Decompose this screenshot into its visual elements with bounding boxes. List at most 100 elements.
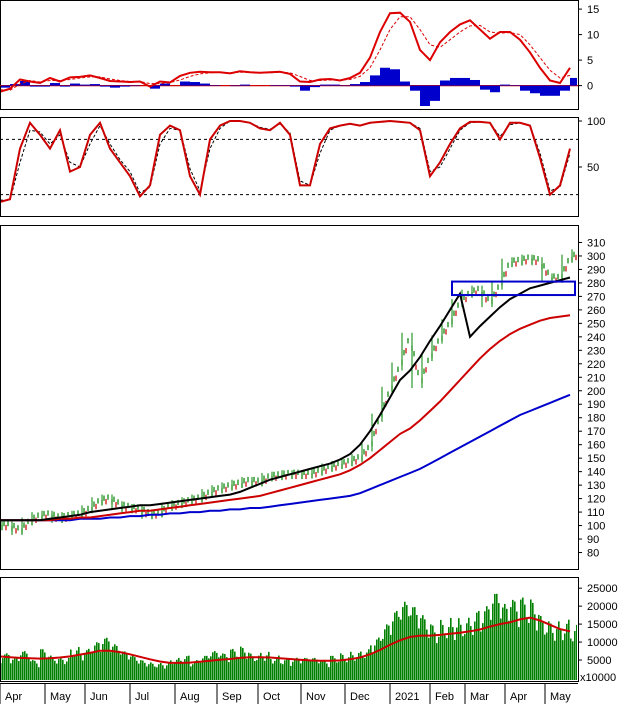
volume-bar <box>396 610 398 680</box>
month-label: 2021 <box>395 691 419 703</box>
macd-ytick-label: 15 <box>587 4 599 16</box>
volume-bar <box>356 657 358 680</box>
volume-bar <box>288 658 290 680</box>
volume-bar <box>414 607 416 680</box>
macd-histogram-bar <box>480 85 490 90</box>
volume-bar <box>574 631 576 680</box>
volume-bar <box>104 638 106 680</box>
macd-histogram-bar <box>390 69 400 86</box>
volume-bar <box>428 637 430 680</box>
volume-bar <box>16 658 18 680</box>
volume-bar <box>72 655 74 680</box>
volume-bar <box>232 648 234 680</box>
price-ytick-label: 220 <box>587 359 605 371</box>
volume-bar <box>80 654 82 680</box>
volume-bar <box>114 644 116 680</box>
volume-bar <box>464 634 466 680</box>
volume-bar <box>530 599 532 680</box>
macd-histogram-bar <box>370 75 380 86</box>
volume-bar <box>360 651 362 680</box>
volume-bar <box>388 625 390 680</box>
volume-bar <box>570 638 572 680</box>
ma-slow-line <box>1 393 571 522</box>
volume-bar <box>130 656 132 680</box>
volume-bar <box>154 666 156 680</box>
macd-histogram-bar <box>60 85 70 87</box>
volume-bar <box>324 660 326 680</box>
macd-histogram-bar <box>360 82 370 86</box>
volume-bar <box>484 611 486 680</box>
macd-histogram-bar <box>40 85 50 87</box>
stochastic-signal-line <box>1 120 571 201</box>
volume-bar <box>86 650 88 680</box>
volume-bar <box>298 659 300 680</box>
volume-bar <box>60 657 62 680</box>
month-label: Mar <box>470 691 489 703</box>
volume-bar <box>390 634 392 680</box>
volume-bar <box>382 638 384 680</box>
volume-bar <box>554 640 556 680</box>
volume-bar <box>494 594 496 680</box>
month-label: Apr <box>510 691 527 703</box>
volume-bar <box>94 645 96 680</box>
volume-bar <box>370 645 372 680</box>
volume-bar <box>98 643 100 680</box>
volume-bar <box>344 658 346 680</box>
volume-bar <box>252 656 254 680</box>
volume-bar <box>386 624 388 680</box>
stochastic-line <box>1 119 571 203</box>
macd-histogram-bar <box>430 85 440 101</box>
price-ytick-label: 290 <box>587 264 605 276</box>
month-label: Sep <box>222 691 242 703</box>
volume-bar <box>50 655 52 680</box>
volume-bar <box>256 660 258 680</box>
volume-bar <box>110 652 112 680</box>
volume-bar <box>270 659 272 680</box>
volume-bar <box>338 661 340 680</box>
volume-bar <box>142 660 144 680</box>
price-ytick-label: 170 <box>587 426 605 438</box>
volume-bar <box>140 660 142 680</box>
stochastic-ytick-label: 50 <box>587 162 599 174</box>
volume-bar <box>434 632 436 680</box>
volume-bar <box>28 658 30 680</box>
volume-bar <box>280 663 282 680</box>
volume-bar <box>416 614 418 680</box>
volume-bar <box>54 660 56 680</box>
volume-bar <box>254 661 256 680</box>
volume-bar <box>550 623 552 680</box>
macd-histogram-bar <box>500 84 510 86</box>
volume-bar <box>380 640 382 680</box>
volume-bar <box>100 652 102 680</box>
volume-bar <box>468 617 470 680</box>
volume-bar <box>124 651 126 680</box>
volume-bar <box>190 666 192 680</box>
volume-bar <box>216 652 218 680</box>
price-ytick-label: 120 <box>587 494 605 506</box>
volume-bar <box>442 625 444 680</box>
volume-bar <box>424 619 426 680</box>
volume-bar <box>322 660 324 680</box>
volume-bar <box>4 654 6 680</box>
volume-bar <box>52 657 54 680</box>
macd-histogram-bar <box>230 85 240 87</box>
volume-bar <box>482 623 484 680</box>
volume-ytick-label: 20000 <box>587 601 618 613</box>
volume-bar <box>354 660 356 680</box>
volume-bar <box>34 660 36 680</box>
volume-bar <box>246 659 248 680</box>
price-ytick-label: 310 <box>587 237 605 249</box>
price-ytick-label: 300 <box>587 251 605 263</box>
volume-bar <box>470 626 472 680</box>
volume-bar <box>576 624 577 680</box>
volume-bar <box>212 652 214 680</box>
macd-histogram-bar <box>420 85 430 106</box>
volume-units-label: x10000 <box>580 672 616 684</box>
volume-ytick-label: 5000 <box>587 655 611 667</box>
volume-bar <box>188 655 190 680</box>
volume-bar <box>284 660 286 680</box>
price-ytick-label: 190 <box>587 399 605 411</box>
price-ytick-label: 230 <box>587 345 605 357</box>
price-ytick-label: 210 <box>587 372 605 384</box>
macd-histogram-bar <box>300 85 310 91</box>
